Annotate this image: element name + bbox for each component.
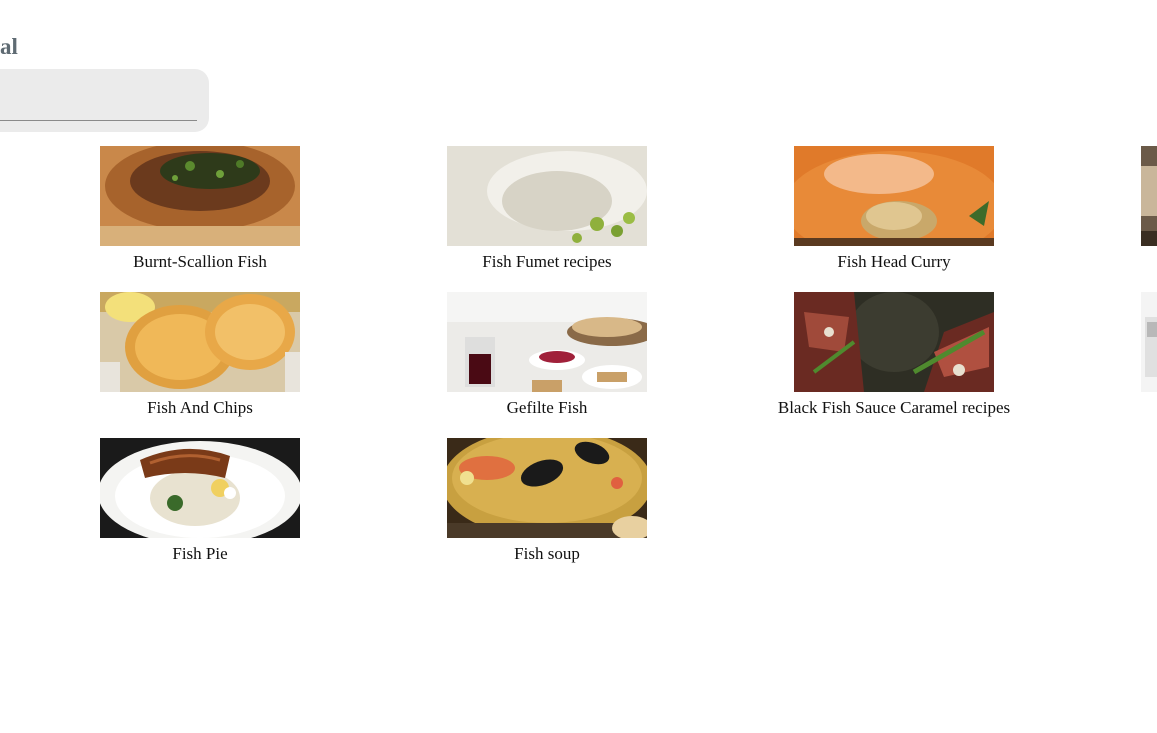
recipe-title: Fish Pie: [172, 544, 228, 563]
recipe-title: Gefilte Fish: [506, 398, 588, 417]
recipe-card-fish-and-chips[interactable]: Fish And Chips: [50, 292, 350, 417]
recipe-search-page: al Burnt-Scallion Fish Fish Fumet recipe…: [0, 0, 1157, 733]
search-box: [0, 69, 209, 132]
recipe-photo-fish-head-curry[interactable]: [794, 146, 994, 246]
recipe-photo-gefilte-fish[interactable]: [447, 292, 647, 392]
recipe-title: Black Fish Sauce Caramel recipes: [777, 398, 1011, 417]
recipe-photo-fish-and-chips[interactable]: [100, 292, 300, 392]
recipe-card-fish-fumet[interactable]: Fish Fumet recipes: [397, 146, 697, 271]
recipe-title: Fish soup: [514, 544, 580, 563]
recipe-title: Burnt-Scallion Fish: [133, 252, 267, 271]
recipe-card-fish-pie[interactable]: Fish Pie: [50, 438, 350, 563]
recipe-card-burnt-scallion-fish[interactable]: Burnt-Scallion Fish: [50, 146, 350, 271]
recipe-photo-partial[interactable]: [1141, 146, 1157, 246]
recipe-card-gefilte-fish[interactable]: Gefilte Fish: [397, 292, 697, 417]
page-title: al: [0, 34, 18, 59]
recipe-title: Fish Head Curry: [837, 252, 951, 271]
recipe-photo-black-fish-sauce-caramel[interactable]: [794, 292, 994, 392]
recipe-photo-partial[interactable]: [1141, 292, 1157, 392]
recipe-photo-burnt-scallion-fish[interactable]: [100, 146, 300, 246]
recipe-card-fish-head-curry[interactable]: Fish Head Curry: [744, 146, 1044, 271]
recipe-card-fish-soup[interactable]: Fish soup: [397, 438, 697, 563]
recipe-photo-fish-soup[interactable]: [447, 438, 647, 538]
recipe-title: Fish Fumet recipes: [482, 252, 612, 271]
recipe-photo-fish-pie[interactable]: [100, 438, 300, 538]
recipe-photo-fish-fumet[interactable]: [447, 146, 647, 246]
recipe-title: Fish And Chips: [147, 398, 253, 417]
search-input[interactable]: [0, 85, 197, 121]
recipe-card-black-fish-sauce-caramel[interactable]: Black Fish Sauce Caramel recipes: [744, 292, 1044, 417]
